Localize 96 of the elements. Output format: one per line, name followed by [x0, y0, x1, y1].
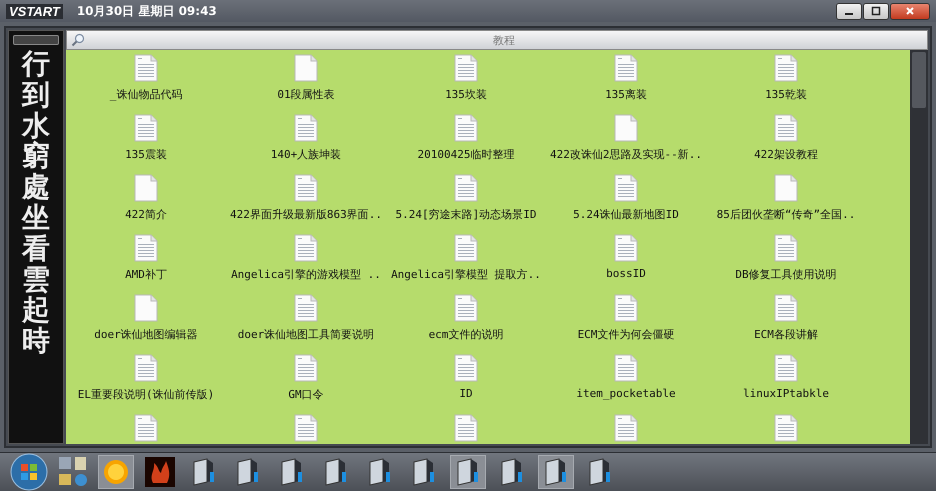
- file-name[interactable]: 422简介: [125, 207, 167, 222]
- text-file-icon[interactable]: [454, 354, 478, 382]
- blank-file-icon[interactable]: [774, 174, 798, 202]
- file-name[interactable]: 135坎装: [445, 87, 487, 102]
- file-name[interactable]: ecm文件的说明: [428, 327, 504, 342]
- text-file-icon[interactable]: [134, 114, 158, 142]
- file-name[interactable]: Angelica引擎的游戏模型 ..: [231, 267, 381, 282]
- text-file-icon[interactable]: [614, 234, 638, 262]
- taskbar-app-button[interactable]: [142, 455, 178, 489]
- blank-file-icon[interactable]: [134, 294, 158, 322]
- text-file-icon[interactable]: [614, 174, 638, 202]
- start-orb-icon[interactable]: [10, 453, 48, 491]
- close-button[interactable]: [890, 2, 930, 20]
- file-name[interactable]: ECM各段讲解: [754, 327, 818, 342]
- poem-text: 行到水窮處坐看雲起時: [22, 49, 50, 357]
- scrollbar[interactable]: [910, 50, 928, 444]
- text-file-icon[interactable]: [774, 54, 798, 82]
- taskbar-app-button[interactable]: [538, 455, 574, 489]
- blank-file-icon[interactable]: [294, 54, 318, 82]
- file-name[interactable]: doer诛仙地图工具简要说明: [238, 327, 374, 342]
- sun-icon: [102, 458, 130, 486]
- window-title: 教程: [492, 32, 516, 48]
- text-file-icon[interactable]: [294, 234, 318, 262]
- blank-file-icon[interactable]: [614, 114, 638, 142]
- text-file-icon[interactable]: [454, 54, 478, 82]
- text-file-icon[interactable]: [454, 174, 478, 202]
- file-name[interactable]: DB修复工具使用说明: [735, 267, 837, 282]
- file-name[interactable]: 85后团伙垄断“传奇”全国..: [716, 207, 856, 222]
- app-icon: [235, 458, 261, 486]
- app-icon: [411, 458, 437, 486]
- app-icon: [279, 458, 305, 486]
- taskbar-app-button[interactable]: [450, 455, 486, 489]
- app-icon: [323, 458, 349, 486]
- file-name[interactable]: 422架设教程: [754, 147, 818, 162]
- file-name[interactable]: EL重要段说明(诛仙前传版): [78, 387, 214, 402]
- text-file-icon[interactable]: [614, 354, 638, 382]
- file-name[interactable]: item_pocketable: [576, 387, 676, 400]
- app-icon: [499, 458, 525, 486]
- file-name[interactable]: 135乾装: [765, 87, 807, 102]
- file-name[interactable]: 20100425临时整理: [418, 147, 514, 162]
- text-file-icon[interactable]: [614, 54, 638, 82]
- file-name[interactable]: GM口令: [288, 387, 324, 402]
- file-name[interactable]: linuxIPtabkle: [742, 387, 830, 400]
- file-name[interactable]: 135离装: [605, 87, 647, 102]
- app-icon: [543, 458, 569, 486]
- text-file-icon[interactable]: [294, 414, 318, 442]
- text-file-icon[interactable]: [294, 174, 318, 202]
- file-name[interactable]: ID: [459, 387, 473, 400]
- file-name[interactable]: bossID: [606, 267, 646, 280]
- file-name[interactable]: doer诛仙地图编辑器: [94, 327, 198, 342]
- text-file-icon[interactable]: [134, 234, 158, 262]
- text-file-icon[interactable]: [774, 354, 798, 382]
- text-file-icon[interactable]: [454, 294, 478, 322]
- maximize-button[interactable]: [863, 2, 889, 20]
- text-file-icon[interactable]: [774, 234, 798, 262]
- flame-icon: [145, 457, 175, 487]
- text-file-icon[interactable]: [454, 114, 478, 142]
- minimize-icon: [845, 13, 853, 15]
- file-name[interactable]: 422改诛仙2思路及实现--新..: [550, 147, 702, 162]
- text-file-icon[interactable]: [774, 294, 798, 322]
- text-file-icon[interactable]: [134, 354, 158, 382]
- file-name[interactable]: 5.24[穷途末路]动态场景ID: [396, 207, 536, 222]
- logo: VSTART: [6, 4, 63, 18]
- file-name[interactable]: 01段属性表: [277, 87, 335, 102]
- text-file-icon[interactable]: [294, 354, 318, 382]
- maximize-icon: [871, 6, 881, 16]
- scroll-thumb[interactable]: [912, 52, 926, 108]
- text-file-icon[interactable]: [774, 114, 798, 142]
- text-file-icon[interactable]: [294, 114, 318, 142]
- text-file-icon[interactable]: [774, 414, 798, 442]
- blank-file-icon[interactable]: [134, 174, 158, 202]
- minimize-button[interactable]: [836, 2, 862, 20]
- text-file-icon[interactable]: [614, 414, 638, 442]
- quick-launch-icon[interactable]: [56, 455, 90, 489]
- file-name[interactable]: AMD补丁: [125, 267, 167, 282]
- text-file-icon[interactable]: [134, 414, 158, 442]
- date-time: 10月30日 星期日 09:43: [76, 2, 217, 20]
- app-icon: [191, 458, 217, 486]
- file-name[interactable]: _诛仙物品代码: [110, 87, 182, 102]
- app-icon: [455, 458, 481, 486]
- close-icon: [905, 6, 915, 16]
- file-name[interactable]: 5.24诛仙最新地图ID: [573, 207, 679, 222]
- slot-icon: [13, 35, 59, 45]
- search-icon[interactable]: [71, 33, 85, 47]
- file-name[interactable]: 422界面升级最新版863界面..: [230, 207, 382, 222]
- text-file-icon[interactable]: [294, 294, 318, 322]
- app-icon: [367, 458, 393, 486]
- file-name[interactable]: 140+人族坤装: [270, 147, 342, 162]
- file-name[interactable]: Angelica引擎模型 提取方..: [391, 267, 541, 282]
- text-file-icon[interactable]: [614, 294, 638, 322]
- text-file-icon[interactable]: [134, 54, 158, 82]
- text-file-icon[interactable]: [454, 234, 478, 262]
- app-icon: [587, 458, 613, 486]
- file-name[interactable]: ECM文件为何会僵硬: [578, 327, 674, 342]
- file-name[interactable]: 135震装: [125, 147, 167, 162]
- text-file-icon[interactable]: [454, 414, 478, 442]
